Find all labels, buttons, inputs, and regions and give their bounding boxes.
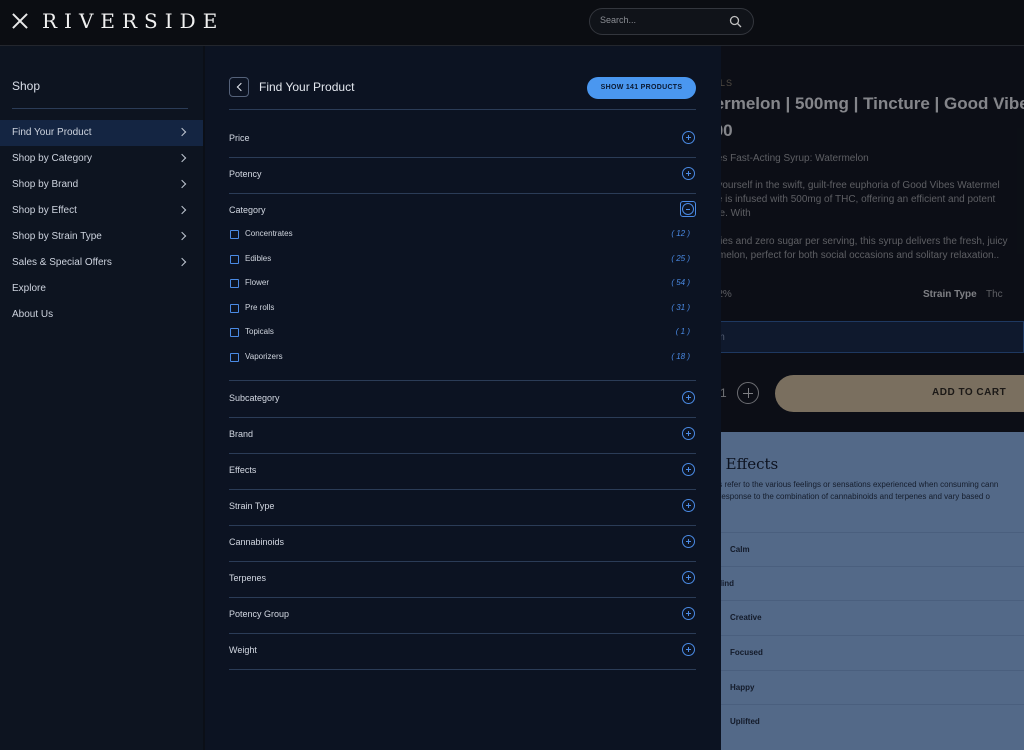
filter-potency[interactable]: Potency	[229, 158, 696, 194]
close-icon[interactable]	[10, 11, 30, 31]
nav-item-sales-special-offers[interactable]: Sales & Special Offers	[0, 250, 203, 276]
plus-circle-icon[interactable]	[682, 131, 695, 144]
category-option-label: Flower	[245, 278, 270, 287]
chevron-right-icon	[177, 127, 187, 137]
filter-label: Price	[229, 133, 250, 143]
nav-item-about-us[interactable]: About Us	[0, 302, 203, 328]
nav-item-shop-by-brand[interactable]: Shop by Brand	[0, 172, 203, 198]
chevron-right-icon	[177, 153, 187, 163]
plus-circle-icon[interactable]	[682, 391, 695, 404]
filter-label: Potency	[229, 169, 262, 179]
filter-panel: Find Your Product SHOW 141 PRODUCTS Pric…	[205, 46, 721, 750]
category-option-count: ( 1 )	[675, 327, 690, 336]
category-option-count: ( 54 )	[671, 278, 690, 287]
filter-subcategory[interactable]: Subcategory	[229, 382, 696, 418]
category-option-count: ( 25 )	[671, 254, 690, 263]
nav-item-label: Shop by Effect	[12, 205, 77, 216]
checkbox[interactable]	[230, 353, 239, 362]
nav-item-explore[interactable]: Explore	[0, 276, 203, 302]
category-option[interactable]: Vaporizers ( 18 )	[229, 350, 696, 368]
overlay-scrim[interactable]	[700, 46, 1024, 750]
nav-item-shop-by-strain-type[interactable]: Shop by Strain Type	[0, 224, 203, 250]
chevron-right-icon	[177, 179, 187, 189]
nav-item-label: Explore	[12, 283, 46, 294]
category-option[interactable]: Flower ( 54 )	[229, 276, 696, 294]
filter-strain-type[interactable]: Strain Type	[229, 490, 696, 526]
nav-item-shop-by-category[interactable]: Shop by Category	[0, 146, 203, 172]
nav-item-label: Shop by Strain Type	[12, 231, 102, 242]
category-option[interactable]: Pre rolls ( 31 )	[229, 301, 696, 319]
filter-label: Effects	[229, 465, 257, 475]
minus-circle-icon[interactable]	[680, 201, 696, 217]
filter-cannabinoids[interactable]: Cannabinoids	[229, 526, 696, 562]
divider	[229, 109, 696, 110]
chevron-right-icon	[177, 205, 187, 215]
filter-potency-group[interactable]: Potency Group	[229, 598, 696, 634]
plus-circle-icon[interactable]	[682, 167, 695, 180]
filter-category: Category Concentrates ( 12 ) Edibles ( 2…	[229, 194, 696, 381]
back-button[interactable]	[229, 77, 249, 97]
plus-circle-icon[interactable]	[682, 427, 695, 440]
nav-item-label: Find Your Product	[12, 127, 92, 138]
category-option-count: ( 18 )	[671, 352, 690, 361]
filter-weight[interactable]: Weight	[229, 634, 696, 670]
nav-item-label: Shop by Category	[12, 153, 93, 164]
checkbox[interactable]	[230, 255, 239, 264]
category-option-label: Edibles	[245, 254, 272, 263]
plus-circle-icon[interactable]	[682, 499, 695, 512]
filter-terpenes[interactable]: Terpenes	[229, 562, 696, 598]
filter-label: Subcategory	[229, 393, 280, 403]
filter-price[interactable]: Price	[229, 122, 696, 158]
nav-item-label: About Us	[12, 309, 54, 320]
category-option-count: ( 12 )	[671, 229, 690, 238]
page: LS termelon | 500mg | Tincture | Good Vi…	[0, 0, 1024, 750]
filter-label: Brand	[229, 429, 254, 439]
search-icon[interactable]	[729, 15, 742, 28]
panel-title: Find Your Product	[259, 80, 355, 94]
category-option[interactable]: Topicals ( 1 )	[229, 325, 696, 343]
search-box	[589, 8, 754, 35]
checkbox[interactable]	[230, 328, 239, 337]
checkbox[interactable]	[230, 304, 239, 313]
filter-label: Potency Group	[229, 609, 290, 619]
filter-label: Weight	[229, 645, 257, 655]
show-products-button[interactable]: SHOW 141 PRODUCTS	[587, 77, 696, 99]
plus-circle-icon[interactable]	[682, 463, 695, 476]
top-bar: RIVERSIDE	[0, 0, 1024, 46]
show-products-label: SHOW 141 PRODUCTS	[600, 84, 683, 91]
category-option[interactable]: Concentrates ( 12 )	[229, 227, 696, 245]
category-option-label: Concentrates	[245, 229, 293, 238]
filter-effects[interactable]: Effects	[229, 454, 696, 490]
plus-circle-icon[interactable]	[682, 643, 695, 656]
filter-label: Terpenes	[229, 573, 267, 583]
nav-item-shop-by-effect[interactable]: Shop by Effect	[0, 198, 203, 224]
chevron-right-icon	[177, 257, 187, 267]
chevron-right-icon	[177, 231, 187, 241]
search-input[interactable]	[600, 15, 725, 25]
category-option[interactable]: Edibles ( 25 )	[229, 252, 696, 270]
checkbox[interactable]	[230, 279, 239, 288]
plus-circle-icon[interactable]	[682, 535, 695, 548]
category-option-label: Vaporizers	[245, 352, 283, 361]
nav-item-find-your-product[interactable]: Find Your Product	[0, 120, 203, 146]
nav-item-label: Sales & Special Offers	[12, 257, 112, 268]
brand-logo[interactable]: RIVERSIDE	[42, 9, 224, 33]
nav-item-label: Shop by Brand	[12, 179, 79, 190]
divider	[12, 108, 188, 109]
plus-circle-icon[interactable]	[682, 571, 695, 584]
category-option-label: Pre rolls	[245, 303, 275, 312]
checkbox[interactable]	[230, 230, 239, 239]
category-option-count: ( 31 )	[671, 303, 690, 312]
side-menu-title: Shop	[12, 79, 41, 93]
side-menu: Shop Find Your Product Shop by Category …	[0, 46, 203, 750]
plus-circle-icon[interactable]	[682, 607, 695, 620]
filter-brand[interactable]: Brand	[229, 418, 696, 454]
filter-label: Strain Type	[229, 501, 275, 511]
filter-label: Category	[229, 205, 266, 215]
category-option-label: Topicals	[245, 327, 274, 336]
filter-label: Cannabinoids	[229, 537, 285, 547]
